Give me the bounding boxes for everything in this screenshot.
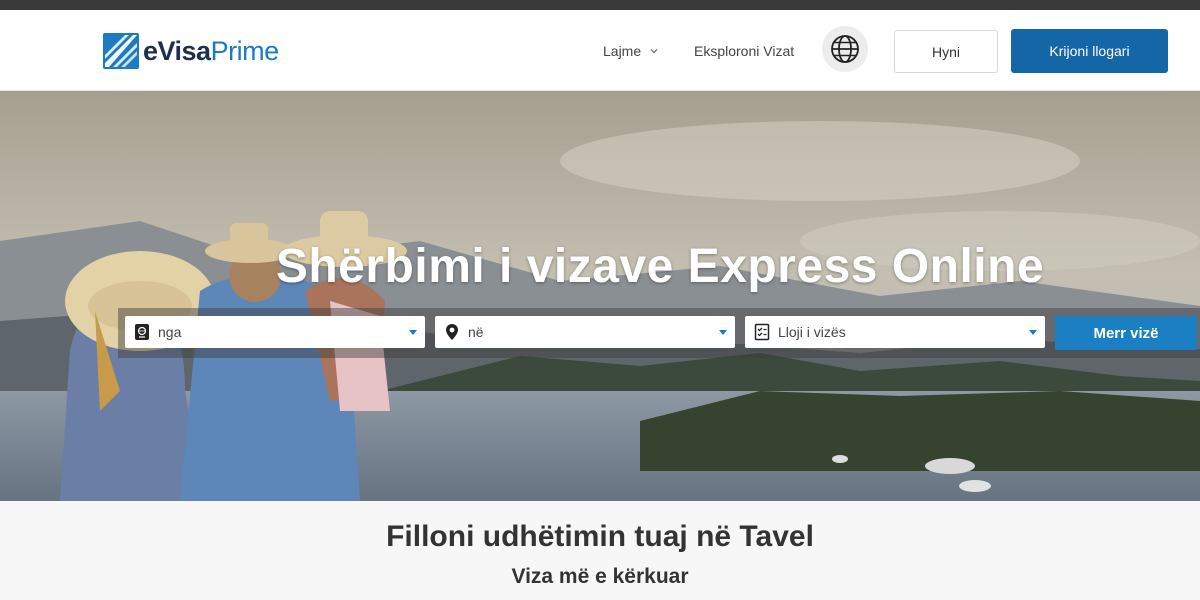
map-pin-icon [441, 321, 463, 343]
signup-button[interactable]: Krijoni llogari [1011, 29, 1168, 73]
from-country-select[interactable]: nga [125, 316, 425, 348]
to-country-select[interactable]: në [435, 316, 735, 348]
brand-name-part1: eVisa [143, 36, 211, 66]
chevron-down-icon [650, 49, 658, 54]
hero-title: Shërbimi i vizave Express Online [275, 240, 1045, 293]
section-subtitle: Viza më e kërkuar [511, 565, 689, 588]
brand-logo[interactable]: eVisaPrime [103, 33, 279, 69]
visa-type-select[interactable]: Lloji i vizës [745, 316, 1045, 348]
passport-icon [131, 321, 153, 343]
hero-background-photo [0, 91, 1200, 501]
evisaprime-logo-icon [103, 33, 139, 69]
login-button[interactable]: Hyni [894, 30, 998, 73]
nav-news-label: Lajme [603, 43, 642, 59]
nav-news-dropdown[interactable]: Lajme [603, 40, 658, 62]
checklist-icon [751, 321, 773, 343]
section-title: Filloni udhëtimin tuaj në Tavel [386, 520, 814, 553]
brand-name-part2: Prime [210, 36, 280, 66]
brand-name: eVisaPrime [143, 33, 279, 69]
globe-icon [831, 35, 859, 63]
site-header: eVisaPrime Lajme Eksploroni Vizat Hyni K… [0, 10, 1200, 91]
nav-explore-visas[interactable]: Eksploroni Vizat [694, 40, 794, 62]
caret-down-icon [1029, 329, 1037, 335]
caret-down-icon [409, 329, 417, 335]
caret-down-icon [719, 329, 727, 335]
top-strip [0, 0, 1200, 10]
hero-banner: Shërbimi i vizave Express Online nga në … [0, 91, 1200, 501]
get-visa-button[interactable]: Merr vizë [1055, 316, 1197, 350]
visa-search-bar: nga në Lloji i vizës Merr vizë [118, 308, 1200, 358]
language-button[interactable] [822, 26, 868, 72]
from-country-value: nga [158, 324, 182, 340]
visa-type-value: Lloji i vizës [778, 324, 846, 340]
to-country-value: në [468, 324, 484, 340]
